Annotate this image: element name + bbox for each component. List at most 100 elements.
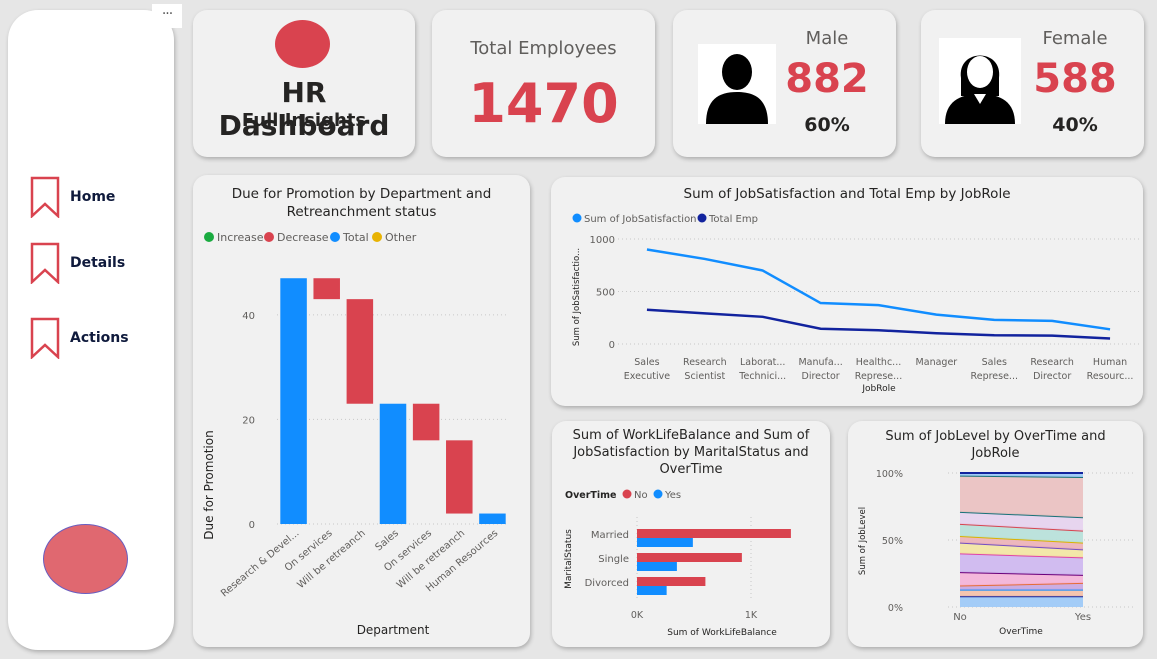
bookmark-icon	[30, 317, 60, 359]
bookmark-icon	[30, 242, 60, 284]
nav-home-label: Home	[70, 189, 116, 205]
male-label: Male	[805, 28, 849, 49]
x-tick-label: Manufa...	[798, 357, 842, 368]
x-tick-label: Represe...	[971, 371, 1018, 382]
legend-label: No	[634, 490, 648, 501]
nav-home[interactable]: Home	[30, 176, 115, 218]
total-employees-card: Total Employees 1470	[432, 10, 655, 157]
decorative-ellipse	[43, 524, 128, 594]
marital-bar	[637, 529, 791, 538]
line-ylabel: Sum of JobSatisfactio...	[572, 248, 582, 346]
x-tick-label: Research	[683, 357, 727, 368]
y-tick-label: Divorced	[585, 578, 629, 589]
y-tick-label: 50%	[882, 536, 903, 547]
y-tick-label: 20	[242, 415, 255, 426]
male-value: 882	[785, 56, 869, 102]
x-tick-label: Sales	[373, 528, 400, 554]
bar-ylabel: MaritalStatus	[564, 529, 574, 589]
waterfall-bar	[280, 278, 307, 524]
x-tick-label: Manager	[916, 357, 958, 368]
legend-marker	[204, 232, 214, 242]
y-tick-label: 1000	[590, 235, 615, 246]
marital-bar-chart: OverTime No Yes 0K 1K Married Single Divorced…	[564, 489, 791, 638]
area-xlabel: OverTime	[999, 627, 1043, 637]
joblevel-area-chart: 0% 50% 100% No Yes Sum of JobLevel OverTime	[858, 469, 1133, 637]
jobrole-line-card: Sum of JobSatisfaction and Total Emp by …	[551, 177, 1143, 406]
bookmark-icon	[30, 176, 60, 218]
y-tick-label: 0%	[888, 603, 903, 614]
x-tick-label: Scientist	[684, 371, 725, 382]
marital-bar	[637, 577, 706, 586]
female-person-icon	[939, 38, 1021, 124]
x-tick-label: 0K	[631, 610, 644, 621]
waterfall-ylabel: Due for Promotion	[202, 430, 216, 539]
x-tick-label: Healthc...	[856, 357, 901, 368]
x-tick-label: Executive	[624, 371, 670, 382]
x-tick-label: Sales	[634, 357, 659, 368]
legend-label: Total Emp	[708, 214, 758, 225]
line-xlabel: JobRole	[861, 384, 896, 394]
female-percent: 40%	[1052, 114, 1098, 136]
area-band	[960, 589, 1083, 597]
waterfall-bar	[479, 513, 506, 524]
waterfall-card: Due for Promotion by Department and Retr…	[193, 175, 530, 647]
legend-marker	[264, 232, 274, 242]
y-tick-label: 0	[609, 340, 615, 351]
legend-label: Total	[342, 231, 369, 244]
waterfall-bar	[412, 403, 440, 441]
nav-details-label: Details	[70, 255, 126, 271]
jobrole-line-chart: Sum of JobSatisfaction Total Emp 0 500 1000…	[572, 213, 1139, 394]
female-label: Female	[1042, 28, 1108, 49]
waterfall-bar	[446, 440, 473, 514]
x-tick-label: Laborat...	[740, 357, 785, 368]
marital-bar	[637, 562, 677, 571]
total-employees-label: Total Employees	[470, 38, 617, 59]
marital-bar	[637, 553, 742, 562]
legend-marker	[653, 489, 663, 499]
x-tick-label: Resourc...	[1087, 371, 1134, 382]
bar-xlabel: Sum of WorkLifeBalance	[667, 628, 777, 638]
marital-bar-card: Sum of WorkLifeBalance and Sum of JobSat…	[552, 421, 830, 647]
more-options-icon[interactable]: ···	[152, 4, 182, 28]
y-tick-label: Married	[591, 530, 629, 541]
legend-marker	[372, 232, 382, 242]
female-value: 588	[1033, 56, 1117, 102]
legend-marker	[572, 213, 582, 223]
area-band	[960, 475, 1083, 518]
legend-label: Increase	[217, 231, 264, 244]
series-line	[646, 248, 1111, 331]
x-tick-label: Sales	[982, 357, 1007, 368]
total-employees-value: 1470	[468, 72, 619, 135]
area-band	[960, 596, 1083, 607]
y-tick-label: 40	[242, 311, 255, 322]
sidebar: Home Details Actions	[8, 10, 174, 650]
x-tick-label: Human	[1093, 357, 1127, 368]
x-tick-label: Director	[1033, 371, 1071, 382]
legend-marker	[622, 489, 632, 499]
x-tick-label: 1K	[745, 610, 758, 621]
legend-label: Decrease	[277, 231, 329, 244]
page-title: HR Dashboard	[218, 76, 390, 142]
area-ylabel: Sum of JobLevel	[858, 507, 868, 575]
x-tick-label: Represe...	[855, 371, 902, 382]
nav-actions[interactable]: Actions	[30, 317, 129, 359]
nav-details[interactable]: Details	[30, 242, 125, 284]
title-card: HR Dashboard Full Insights	[193, 10, 415, 157]
page-subtitle: Full Insights	[241, 110, 367, 131]
legend-label: Other	[385, 231, 417, 244]
marital-bar	[637, 538, 693, 547]
joblevel-area-card: Sum of JobLevel by OverTime and JobRole …	[848, 421, 1143, 647]
legend-label: Yes	[664, 490, 681, 501]
y-tick-label: Single	[598, 554, 629, 565]
legend-marker	[330, 232, 340, 242]
x-tick-label: Research	[1030, 357, 1074, 368]
marital-bar	[637, 586, 667, 595]
male-percent: 60%	[804, 114, 850, 136]
nav-actions-label: Actions	[70, 330, 129, 346]
waterfall-bar	[379, 403, 407, 524]
waterfall-bar	[346, 299, 374, 404]
female-card: Female 588 40%	[921, 10, 1144, 157]
waterfall-xlabel: Department	[357, 623, 430, 637]
x-tick-label: Director	[802, 371, 840, 382]
male-card: Male 882 60%	[673, 10, 896, 157]
